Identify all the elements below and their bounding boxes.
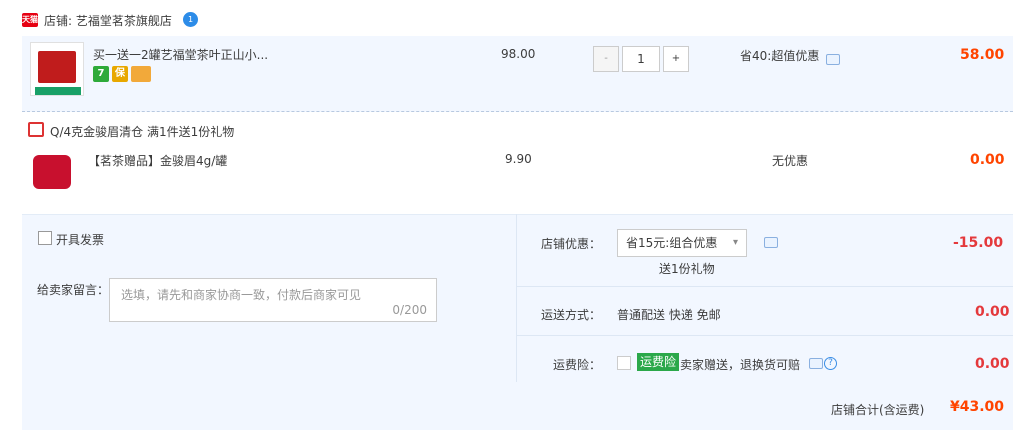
gift-promo-header: Q/4克金骏眉清仓 满1件送1份礼物 [50,125,235,139]
insurance-amount: 0.00 [975,356,1010,372]
gift-title-link[interactable]: 【茗茶赠品】金骏眉4g/罐 [88,152,227,169]
invoice-checkbox[interactable] [38,231,52,245]
invoice-label[interactable]: 开具发票 [56,231,104,248]
seller-message-label: 给卖家留言： [37,283,110,297]
divider [517,335,1013,336]
quantity-decrease-button[interactable]: - [593,46,619,72]
order-options-panel [22,214,1013,430]
shop-total-value: ¥43.00 [950,399,1005,415]
insurance-label: 运费险： [553,358,602,372]
gift-discount: 无优惠 [772,154,809,168]
gift-icon [28,122,44,137]
item-thumbnail[interactable] [30,42,84,96]
shop-discount-selected: 省15元:组合优惠 [626,236,718,250]
guarantee-icon[interactable]: 保 [112,66,128,82]
shop-discount-label: 店铺优惠： [541,237,602,251]
credit-card-icon[interactable] [131,66,151,82]
tmall-icon: 天猫 [22,13,38,27]
shop-discount-amount: -15.00 [953,235,1004,251]
divider [517,286,1013,287]
quantity-input[interactable]: 1 [622,46,660,72]
shop-name-link[interactable]: 店铺: 艺福堂茗茶旗舰店 [44,12,172,29]
gift-unit-price: 9.90 [505,152,532,166]
shop-header: 天猫 店铺: 艺福堂茗茶旗舰店 1 [0,0,1015,38]
item-unit-price: 98.00 [501,47,536,61]
seven-day-return-icon[interactable]: 7 [93,66,109,82]
wangwang-chat-icon[interactable]: 1 [183,12,198,27]
shop-discount-select[interactable]: 省15元:组合优惠 ▾ [617,229,747,257]
service-icons: 7 保 [93,66,151,82]
product-image-shape [38,51,76,83]
product-image-strip [35,87,81,95]
shipping-amount: 0.00 [975,304,1010,320]
shipping-label: 运送方式： [541,308,602,322]
gift-total: 0.00 [970,152,1005,168]
insurance-checkbox[interactable] [617,356,631,370]
insurance-badge: 运费险 [637,353,680,371]
message-char-count: 0/200 [392,303,427,317]
vertical-divider [516,214,517,382]
insurance-description: 卖家赠送，退换货可赔 [680,358,801,372]
item-total: 58.00 [960,47,1005,63]
item-discount: 省40:超值优惠 [740,49,820,63]
seller-message-textarea[interactable]: 选填，请先和商家协商一致，付款后商家可见 0/200 [109,278,437,322]
shop-discount-gift-note: 送1份礼物 [659,262,715,276]
help-icon[interactable]: ? [824,357,837,370]
message-placeholder: 选填，请先和商家协商一致，付款后商家可见 [121,288,362,302]
discount-info-icon[interactable] [764,237,778,248]
quantity-stepper: - 1 + [593,46,689,72]
gift-thumbnail[interactable] [33,155,71,189]
shop-total-label: 店铺合计(含运费) [831,403,925,417]
item-title-link[interactable]: 买一送一2罐艺福堂茶叶正山小... [93,46,268,63]
discount-info-icon[interactable] [826,54,840,65]
quantity-increase-button[interactable]: + [663,46,689,72]
shipping-method: 普通配送 快递 免邮 [617,308,721,322]
insurance-info-icon[interactable] [809,358,823,369]
chevron-down-icon: ▾ [732,237,738,248]
